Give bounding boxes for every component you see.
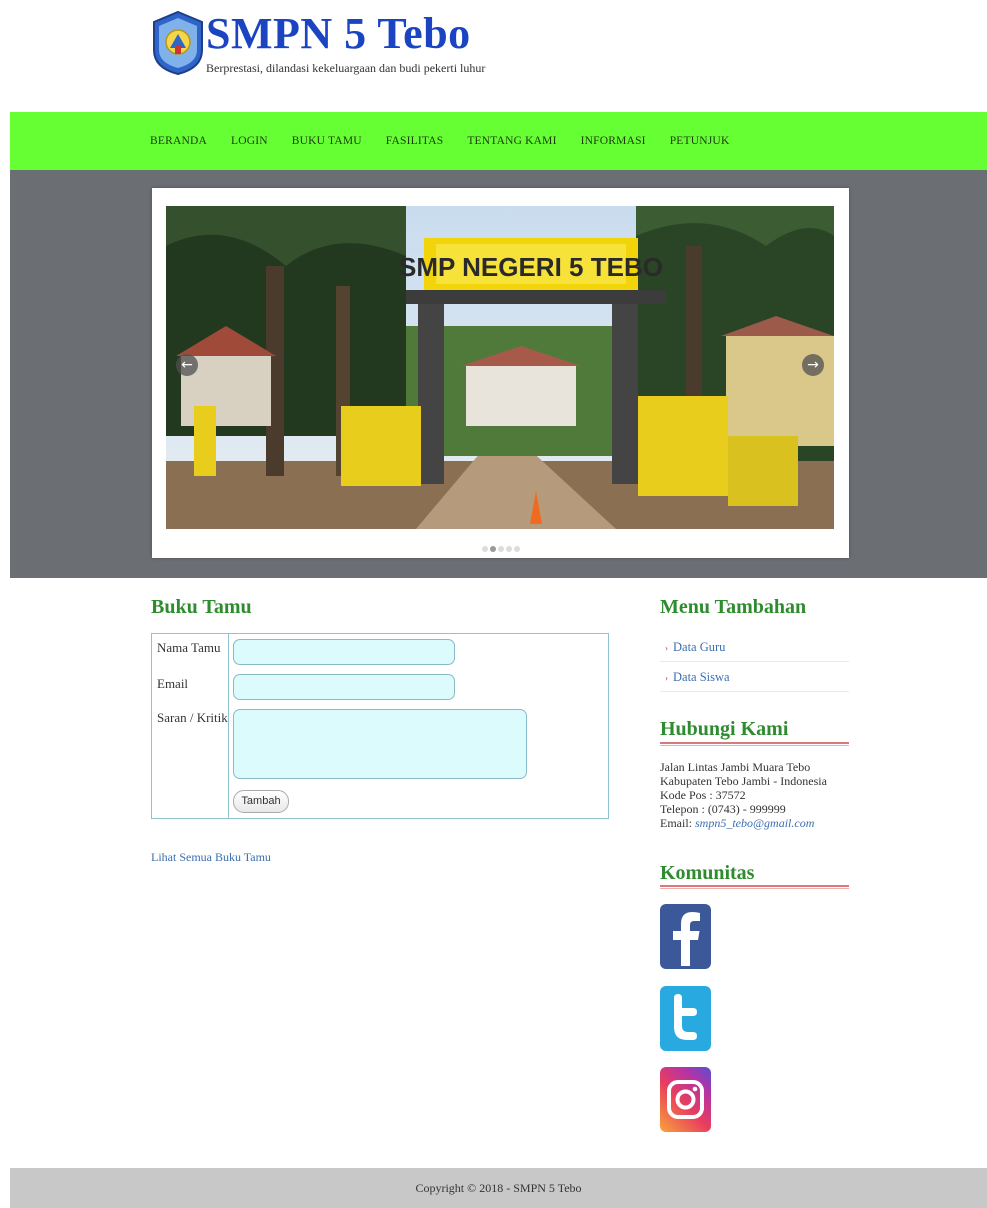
bullet-icon: › (665, 673, 668, 683)
sidebar-link-data-guru[interactable]: › Data Guru (660, 632, 849, 662)
phone-number: Telepon : (0743) - 999999 (660, 802, 786, 816)
name-input[interactable] (233, 639, 455, 665)
postal-code: Kode Pos : 37572 (660, 788, 746, 802)
instagram-icon[interactable] (660, 1067, 711, 1132)
slider-dot-1[interactable] (481, 546, 488, 552)
contact-title: Hubungi Kami (660, 718, 789, 740)
sidebar-link-data-siswa[interactable]: › Data Siswa (660, 662, 849, 692)
message-label: Saran / Kritik (157, 710, 228, 725)
address-line-1: Jalan Lintas Jambi Muara Tebo (660, 760, 811, 774)
gate-sign-text: SMP NEGERI 5 TEBO (399, 252, 663, 282)
nav-item-fasilitas[interactable]: FASILITAS (386, 135, 444, 147)
slider-dot-5[interactable] (513, 546, 520, 552)
nav-item-informasi[interactable]: INFORMASI (581, 135, 646, 147)
arrow-right-icon[interactable]: → (802, 354, 824, 376)
guestbook-form: Nama Tamu Email Saran / Kritik Tambah (151, 633, 609, 819)
contact-email-link[interactable]: smpn5_tebo@gmail.com (695, 816, 814, 830)
arrow-left-icon[interactable]: ← (176, 354, 198, 376)
nav-item-login[interactable]: LOGIN (231, 135, 268, 147)
sidebar-link-label: Data Siswa (673, 670, 730, 684)
nav-item-buku-tamu[interactable]: BUKU TAMU (292, 135, 362, 147)
nav-item-petunjuk[interactable]: PETUNJUK (670, 135, 730, 147)
message-textarea[interactable] (233, 709, 527, 779)
slide-photo-school-gate: SMP NEGERI 5 TEBO (166, 206, 834, 529)
facebook-icon[interactable] (660, 904, 711, 969)
address-line-2: Kabupaten Tebo Jambi - Indonesia (660, 774, 827, 788)
slider-dot-4[interactable] (505, 546, 512, 552)
slider-dot-3[interactable] (497, 546, 504, 552)
nav-item-tentang-kami[interactable]: TENTANG KAMI (467, 135, 556, 147)
main-nav: BERANDA LOGIN BUKU TAMU FASILITAS TENTAN… (10, 112, 987, 170)
email-input[interactable] (233, 674, 455, 700)
twitter-icon[interactable] (660, 986, 711, 1051)
form-column-divider (228, 634, 229, 818)
email-label: Email: (660, 816, 695, 830)
copyright-text: Copyright © 2018 - SMPN 5 Tebo (415, 1181, 582, 1195)
slider-dot-2[interactable] (489, 546, 496, 552)
site-tagline: Berprestasi, dilandasi kekeluargaan dan … (206, 61, 486, 75)
email-label: Email (157, 676, 189, 691)
school-logo[interactable] (150, 10, 206, 76)
guestbook-title: Buku Tamu (151, 596, 252, 618)
view-all-guestbook-link[interactable]: Lihat Semua Buku Tamu (151, 850, 271, 865)
nav-item-beranda[interactable]: BERANDA (150, 135, 207, 147)
community-divider (660, 885, 849, 889)
contact-divider (660, 742, 849, 746)
name-label: Nama Tamu (157, 640, 221, 655)
email-row: Email: smpn5_tebo@gmail.com (660, 816, 827, 830)
community-title: Komunitas (660, 862, 755, 884)
sidebar-link-label: Data Guru (673, 640, 726, 654)
contact-info: Jalan Lintas Jambi Muara Tebo Kabupaten … (660, 760, 827, 830)
site-footer: Copyright © 2018 - SMPN 5 Tebo (10, 1168, 987, 1208)
site-title[interactable]: SMPN 5 Tebo (206, 8, 471, 60)
bullet-icon: › (665, 643, 668, 653)
slider-pagination (152, 539, 849, 557)
menu-title: Menu Tambahan (660, 596, 807, 618)
submit-button[interactable]: Tambah (233, 790, 289, 813)
site-header: SMPN 5 Tebo Berprestasi, dilandasi kekel… (0, 0, 987, 112)
image-slider: SMP NEGERI 5 TEBO (152, 188, 849, 558)
